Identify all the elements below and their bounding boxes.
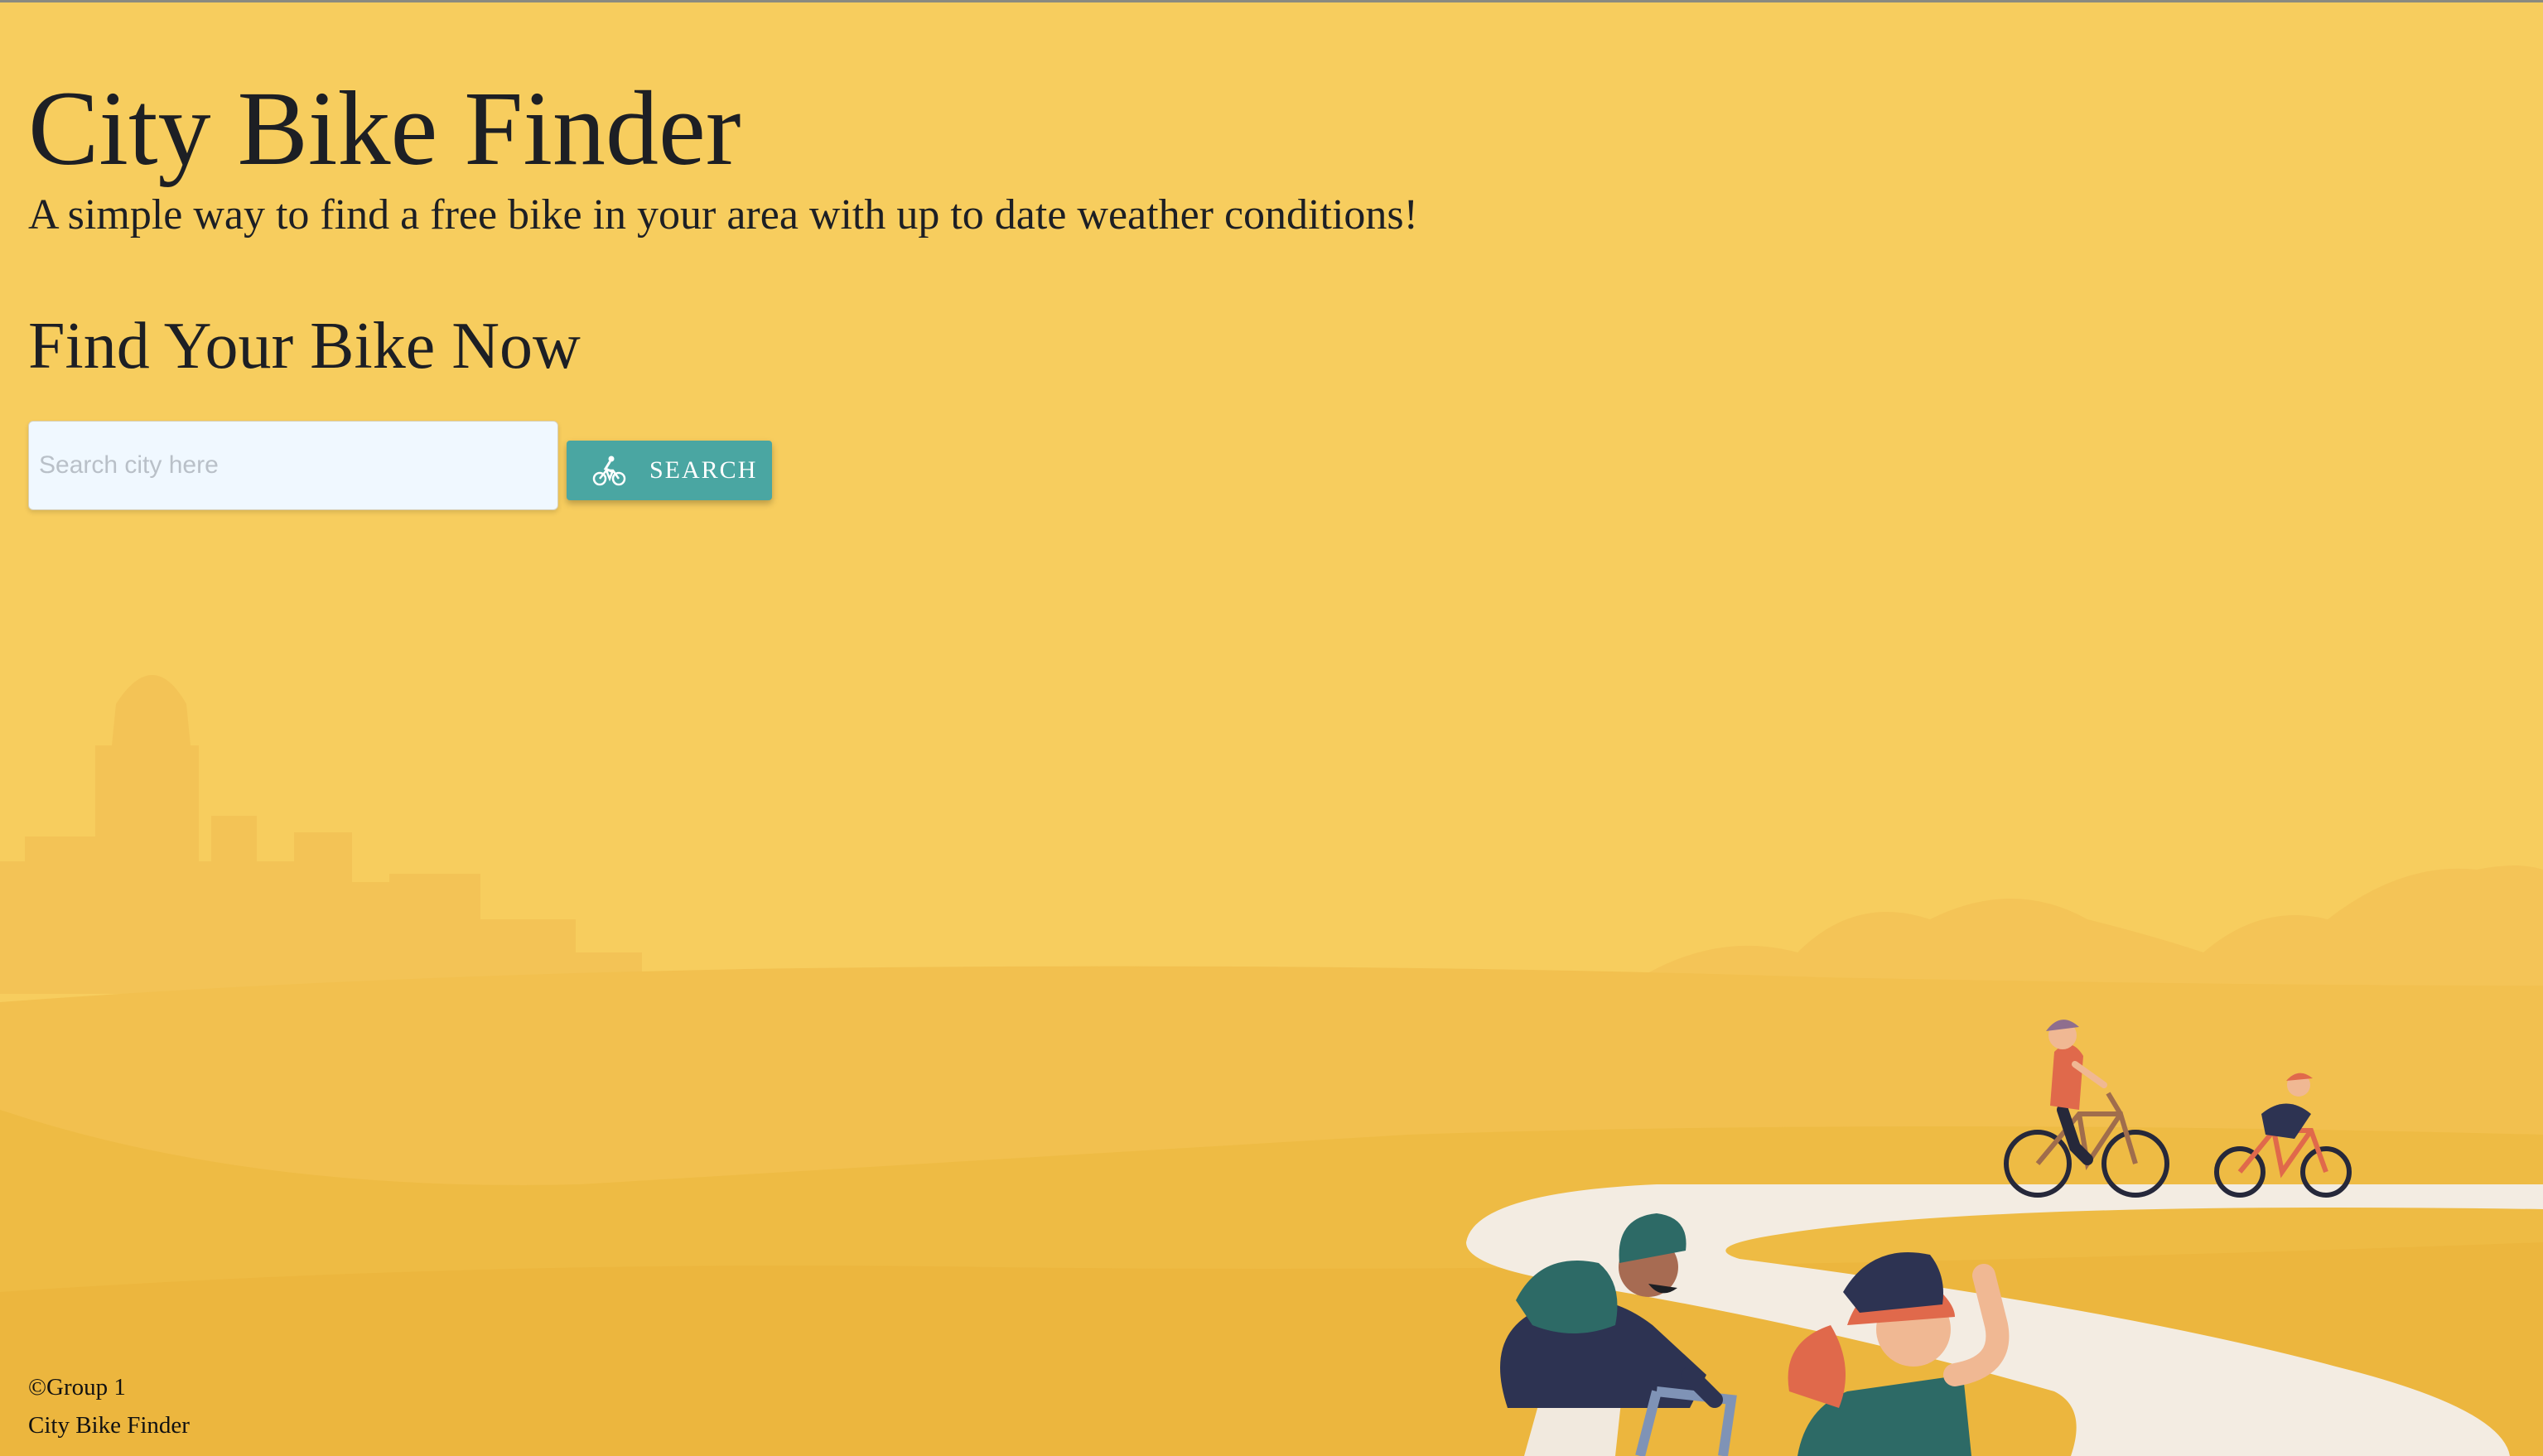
footer-copyright: ©Group 1 <box>28 1374 126 1401</box>
bicycle-rider-icon <box>591 452 628 489</box>
search-section-heading: Find Your Bike Now <box>28 310 581 383</box>
city-search-input[interactable] <box>28 421 558 510</box>
page-subtitle: A simple way to find a free bike in your… <box>28 191 1418 239</box>
search-button[interactable]: SEARCH <box>567 441 772 500</box>
footer-app-name: City Bike Finder <box>28 1412 190 1439</box>
footer: ©Group 1 City Bike Finder <box>28 1368 190 1444</box>
page-title: City Bike Finder <box>28 70 741 187</box>
city-skyline <box>0 675 642 994</box>
search-button-label: SEARCH <box>649 456 758 484</box>
